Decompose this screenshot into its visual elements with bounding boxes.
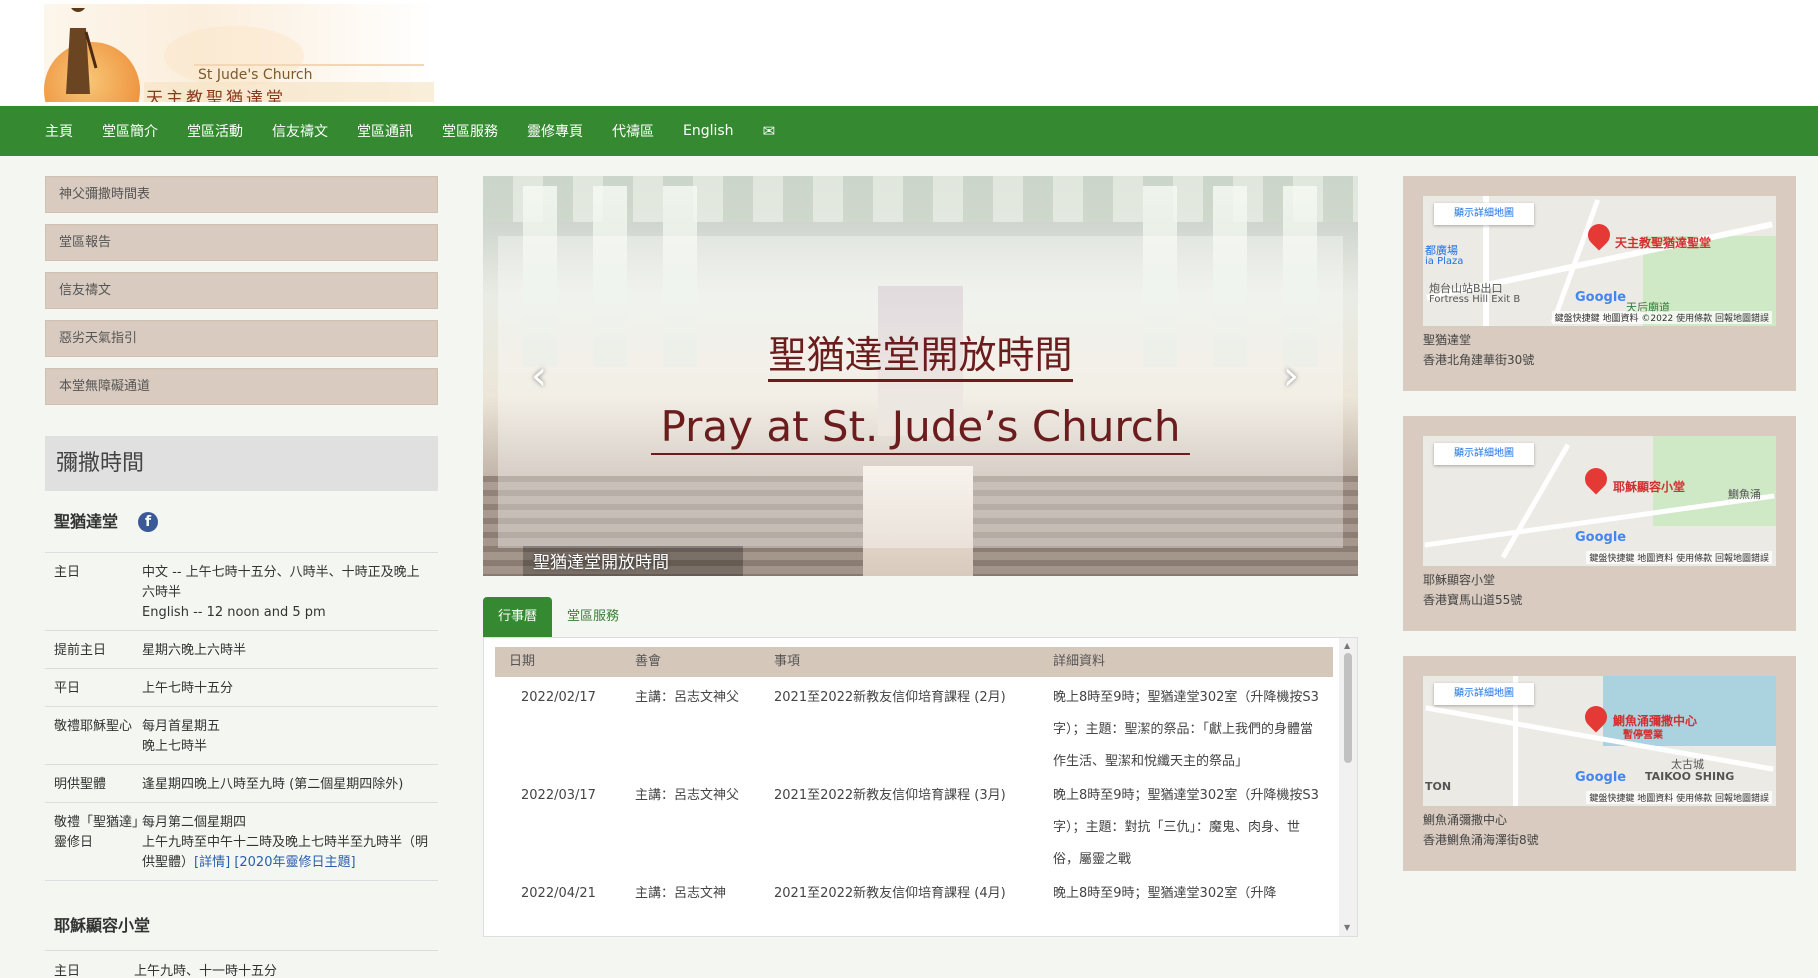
map-pin-icon[interactable] [1580,463,1612,495]
saint-figure-icon [66,8,98,94]
nav-spiritual[interactable]: 靈修專頁 [527,121,583,141]
schedule-row: 主日 中文 -- 上午七時十五分、八時半、十時正及晚上六時半 English -… [45,553,438,631]
scroll-thumb[interactable] [1344,653,1352,763]
map-st-jude[interactable]: 顯示詳細地圖 都廣場 ia Plaza 炮台山站B出口 Fortress Hil… [1423,196,1776,326]
schedule-row: 提前主日 星期六晚上六時半 [45,631,438,669]
schedule-value: 每月首星期五 晚上七時半 [142,719,221,754]
mass-schedule: 主日 中文 -- 上午七時十五分、八時半、十時正及晚上六時半 English -… [45,552,438,881]
map-mass-centre[interactable]: 顯示詳細地圖 太古城 TAIKOO SHING TON 鰂魚涌彌撒中心 暫停營業… [1423,676,1776,806]
map-card-chapel: 顯示詳細地圖 鰂魚涌 耶穌顯容小堂 Google 鍵盤快捷鍵 地圖資料 使用條款… [1403,416,1796,631]
schedule-row: 平日 上午七時十五分 [45,669,438,707]
prev-arrow-icon[interactable]: ‹ [531,353,547,399]
church-name: 聖猶達堂 [54,512,119,531]
map-detail-button[interactable]: 顯示詳細地圖 [1434,443,1534,465]
next-arrow-icon[interactable]: › [1283,353,1299,399]
table-row: 2022/02/17 主講：呂志文神父 2021至2022新教友信仰培育課程 (… [521,690,1319,769]
scroll-up-icon[interactable]: ▲ [1344,641,1350,650]
mass-times-heading: 彌撒時間 [45,436,438,491]
schedule-value: 每月第二個星期四 上午九時至中午十二時及晚上七時半至九時半（明供聖體）[詳情] … [142,815,429,870]
map-card-mass-centre: 顯示詳細地圖 太古城 TAIKOO SHING TON 鰂魚涌彌撒中心 暫停營業… [1403,656,1796,871]
nav-home[interactable]: 主頁 [45,121,73,141]
schedule-row: 敬禮「聖猶達」靈修日 每月第二個星期四 上午九時至中午十二時及晚上七時半至九時半… [45,803,438,881]
side-links: 神父彌撒時間表 堂區報告 信友禱文 惡劣天氣指引 本堂無障礙通道 [45,176,438,416]
map-footer[interactable]: 鍵盤快捷鍵 地圖資料 使用條款 回報地圖錯誤 [1586,791,1772,804]
side-link-accessibility[interactable]: 本堂無障礙通道 [45,368,438,405]
side-link-priest-schedule[interactable]: 神父彌撒時間表 [45,176,438,213]
schedule-row: 明供聖體 逢星期四晚上八時至九時 (第二個星期四除外) [45,765,438,803]
nav-parish-services[interactable]: 堂區服務 [442,121,498,141]
details-link[interactable]: [詳情] [194,855,230,870]
map-church-name: 耶穌顯容小堂 [1423,573,1496,587]
content-tabs: 行事曆 堂區服務 [483,597,634,637]
nav-prayers[interactable]: 信友禱文 [272,121,328,141]
main-nav: 主頁 堂區簡介 堂區活動 信友禱文 堂區通訊 堂區服務 靈修專頁 代禱區 Eng… [0,106,1818,156]
site-header: St Jude's Church 天主教聖猶達堂 [0,0,1818,106]
map-chapel[interactable]: 顯示詳細地圖 鰂魚涌 耶穌顯容小堂 Google 鍵盤快捷鍵 地圖資料 使用條款… [1423,436,1776,566]
map-church-address: 香港北角建華街30號 [1423,353,1535,367]
scroll-down-icon[interactable]: ▼ [1344,923,1350,932]
table-row: 2022/03/17 主講：呂志文神父 2021至2022新教友信仰培育課程 (… [521,788,1319,867]
map-church-address: 香港寶馬山道55號 [1423,593,1523,607]
chapel-schedule-row: 主日 上午九時、十一時十五分 [54,964,278,978]
slide-caption: 聖猶達堂開放時間 [533,553,669,573]
mail-icon[interactable]: ✉ [763,122,776,140]
nav-newsletter[interactable]: 堂區通訊 [357,121,413,141]
nav-intercession[interactable]: 代禱區 [612,121,654,141]
map-detail-button[interactable]: 顯示詳細地圖 [1434,203,1534,225]
table-header: 日期 善會 事項 詳細資料 [495,647,1333,677]
map-card-st-jude: 顯示詳細地圖 都廣場 ia Plaza 炮台山站B出口 Fortress Hil… [1403,176,1796,391]
nav-english[interactable]: English [683,123,734,139]
tab-parish-services[interactable]: 堂區服務 [552,597,634,637]
table-row: 2022/04/21 主講：呂志文神 2021至2022新教友信仰培育課程 (4… [521,886,1277,901]
calendar-table: 日期 善會 事項 詳細資料 2022/02/17 主講：呂志文神父 2021至2… [483,637,1358,937]
nav-parish-activities[interactable]: 堂區活動 [187,121,243,141]
table-scrollbar[interactable]: ▲ ▼ [1339,638,1357,936]
chapel-name: 耶穌顯容小堂 [54,916,151,935]
slide-title-english: Pray at St. Jude’s Church [483,402,1358,455]
map-church-name: 鰂魚涌彌撒中心 [1423,813,1508,827]
logo-chinese: 天主教聖猶達堂 [146,89,286,102]
map-footer[interactable]: 鍵盤快捷鍵 地圖資料 ©2022 使用條款 回報地圖錯誤 [1551,311,1772,324]
map-footer[interactable]: 鍵盤快捷鍵 地圖資料 使用條款 回報地圖錯誤 [1586,551,1772,564]
facebook-icon[interactable]: f [138,512,158,532]
schedule-row: 敬禮耶穌聖心 每月首星期五 晚上七時半 [45,707,438,765]
side-link-prayers[interactable]: 信友禱文 [45,272,438,309]
side-link-weather[interactable]: 惡劣天氣指引 [45,320,438,357]
map-detail-button[interactable]: 顯示詳細地圖 [1434,683,1534,705]
side-link-parish-report[interactable]: 堂區報告 [45,224,438,261]
slide-title-chinese: 聖猶達堂開放時間 [483,324,1358,382]
nav-parish-intro[interactable]: 堂區簡介 [102,121,158,141]
map-church-name: 聖猶達堂 [1423,333,1472,347]
map-church-address: 香港鰂魚涌海澤街8號 [1423,833,1539,847]
site-logo[interactable]: St Jude's Church 天主教聖猶達堂 [44,4,434,102]
logo-english: St Jude's Church [198,67,313,83]
hero-carousel[interactable]: 聖猶達堂開放時間 Pray at St. Jude’s Church ‹ › 聖… [483,176,1358,576]
theme-link[interactable]: [2020年靈修日主題] [234,855,355,870]
schedule-value: 中文 -- 上午七時十五分、八時半、十時正及晚上六時半 English -- 1… [142,565,420,620]
tab-calendar[interactable]: 行事曆 [483,597,553,637]
